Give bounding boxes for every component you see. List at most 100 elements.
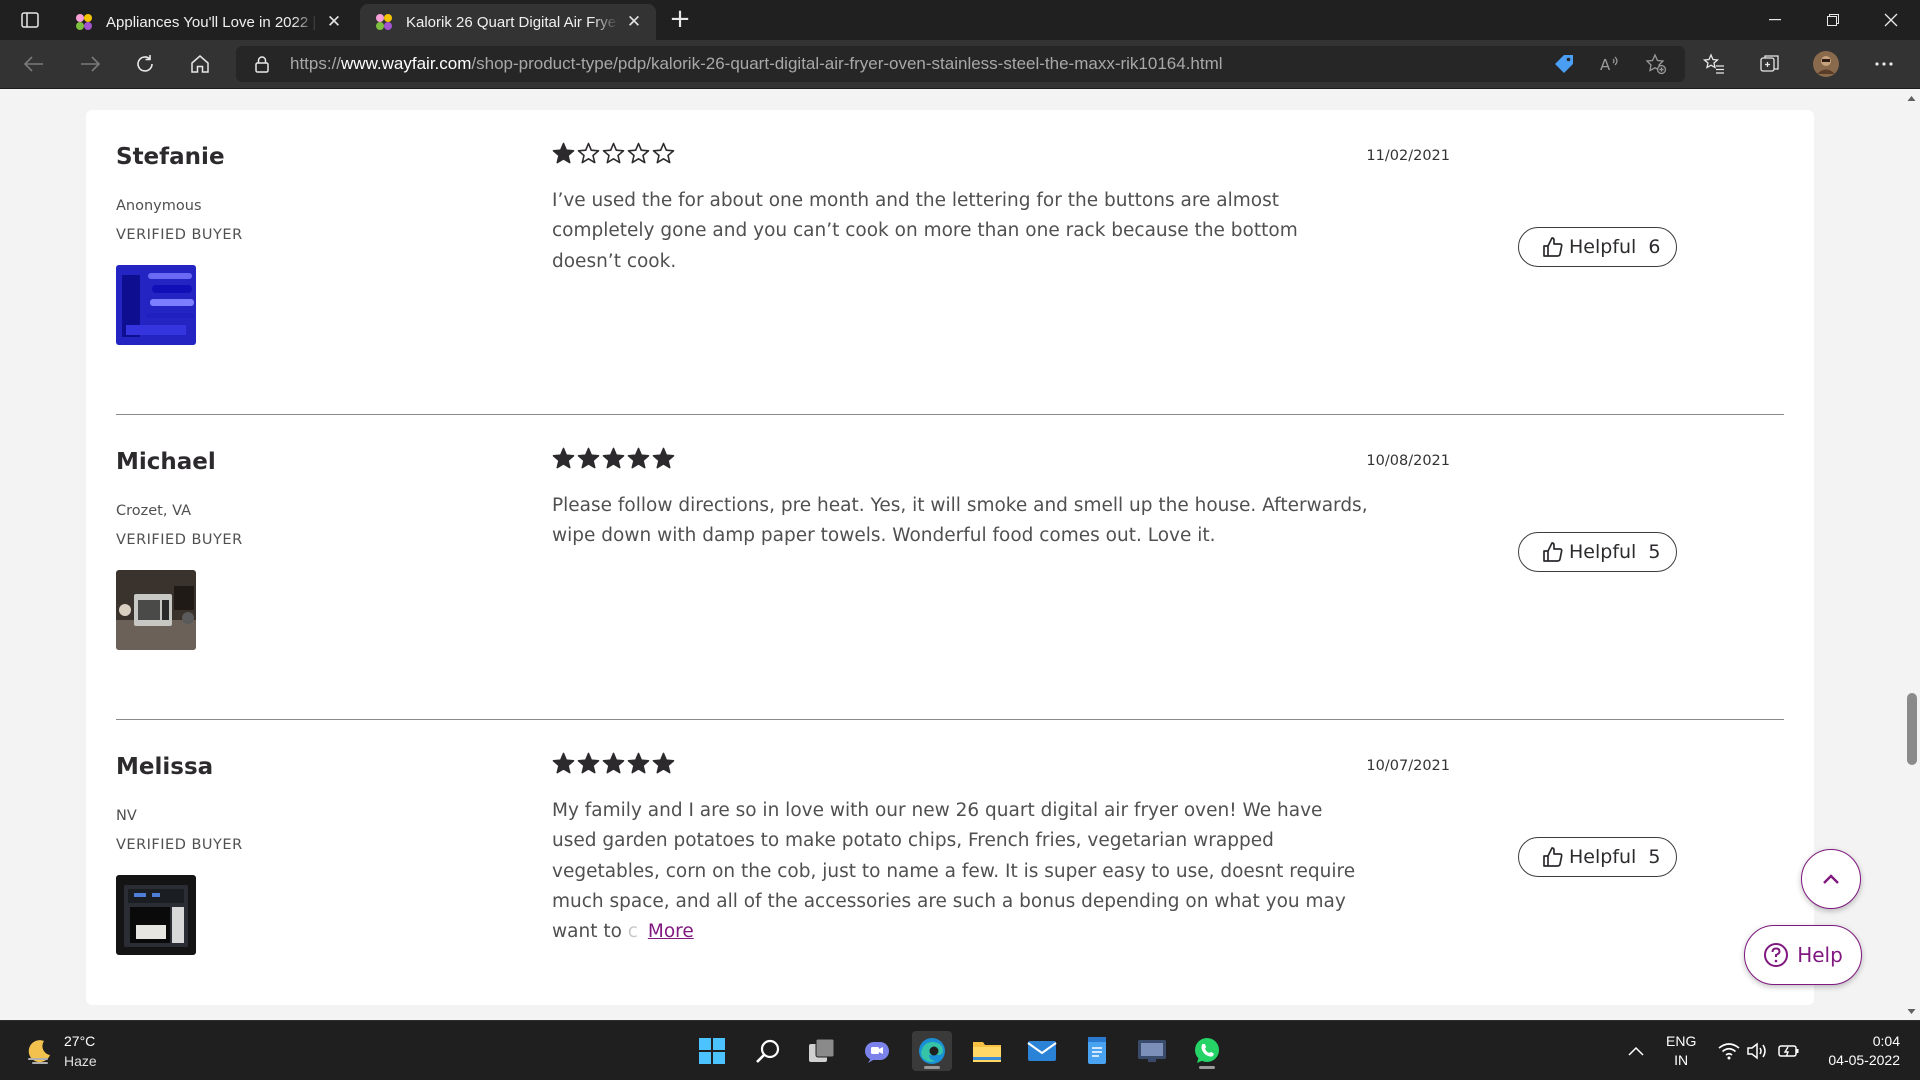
- system-clock[interactable]: 0:04 04-05-2022: [1810, 1032, 1900, 1070]
- clock-time: 0:04: [1872, 1033, 1900, 1049]
- helpful-count: 5: [1648, 846, 1661, 868]
- star-filled-icon: [627, 752, 650, 774]
- wayfair-favicon-icon: [376, 14, 392, 30]
- verified-buyer-label: VERIFIED BUYER: [116, 837, 243, 853]
- weather-widget[interactable]: 27°C Haze: [24, 1031, 97, 1071]
- tab-kalorik[interactable]: Kalorik 26 Quart Digital Air Fryer Oven …: [360, 4, 656, 40]
- active-app-indicator: [924, 1066, 940, 1069]
- tab-close-icon[interactable]: ✕: [622, 10, 646, 34]
- file-explorer-icon[interactable]: [967, 1031, 1007, 1071]
- whatsapp-icon[interactable]: [1187, 1031, 1227, 1071]
- lang-region: IN: [1674, 1052, 1689, 1068]
- reviewer-name: Stefanie: [116, 144, 225, 170]
- star-filled-icon: [627, 447, 650, 469]
- review-date: 11/02/2021: [1366, 148, 1450, 164]
- task-view-icon[interactable]: [802, 1031, 842, 1071]
- monitor-app-icon[interactable]: [1132, 1031, 1172, 1071]
- helpful-count: 5: [1648, 541, 1661, 563]
- helpful-button[interactable]: Helpful 5: [1518, 532, 1677, 572]
- lock-icon[interactable]: [252, 54, 272, 74]
- close-window-icon[interactable]: [1862, 0, 1920, 40]
- scroll-up-arrow-icon[interactable]: [1907, 94, 1916, 103]
- wifi-icon[interactable]: [1718, 1021, 1740, 1080]
- page-viewport: Stefanie Anonymous VERIFIED BUYER 11/02/…: [0, 90, 1903, 1020]
- add-favorite-icon[interactable]: [1640, 48, 1672, 80]
- lang-code: ENG: [1666, 1033, 1697, 1049]
- star-empty-icon: [652, 142, 675, 164]
- helpful-button[interactable]: Helpful 5: [1518, 837, 1677, 877]
- star-filled-icon: [577, 752, 600, 774]
- helpful-label: Helpful: [1569, 541, 1637, 563]
- scroll-to-top-button[interactable]: [1801, 849, 1861, 909]
- edge-browser-icon[interactable]: [912, 1031, 952, 1071]
- tab-appliances[interactable]: Appliances You'll Love in 2022 | Wayfair…: [60, 4, 356, 40]
- show-hidden-icons[interactable]: [1628, 1021, 1644, 1080]
- back-icon[interactable]: [16, 48, 52, 80]
- collections-icon[interactable]: [1754, 48, 1786, 80]
- review-photo-thumbnail[interactable]: [116, 570, 196, 650]
- question-circle-icon: [1764, 943, 1789, 967]
- teams-chat-icon[interactable]: [857, 1031, 897, 1071]
- new-tab-icon[interactable]: +: [666, 6, 694, 34]
- home-icon[interactable]: [182, 48, 218, 80]
- windows-start-icon[interactable]: [692, 1031, 732, 1071]
- star-filled-icon: [602, 447, 625, 469]
- clock-date: 04-05-2022: [1828, 1052, 1900, 1068]
- tab-close-icon[interactable]: ✕: [322, 10, 346, 34]
- address-bar[interactable]: https://www.wayfair.com/shop-product-typ…: [236, 46, 1685, 82]
- running-app-indicator: [1199, 1066, 1215, 1069]
- scrollbar-thumb[interactable]: [1907, 693, 1917, 765]
- refresh-icon[interactable]: [127, 48, 163, 80]
- wayfair-favicon-icon: [76, 14, 92, 30]
- mail-icon[interactable]: [1022, 1031, 1062, 1071]
- volume-icon[interactable]: [1746, 1021, 1768, 1080]
- read-aloud-icon[interactable]: A: [1594, 48, 1626, 80]
- review-photo-thumbnail[interactable]: [116, 875, 196, 955]
- url-domain: www.wayfair.com: [341, 54, 472, 73]
- weather-condition: Haze: [64, 1053, 97, 1069]
- svg-text:A: A: [1600, 56, 1611, 74]
- star-filled-icon: [552, 752, 575, 774]
- battery-icon[interactable]: [1778, 1021, 1800, 1080]
- star-filled-icon: [552, 447, 575, 469]
- star-filled-icon: [577, 447, 600, 469]
- thumbs-up-icon: [1543, 237, 1563, 257]
- helpful-label: Helpful: [1569, 236, 1637, 258]
- restore-icon[interactable]: [1804, 0, 1862, 40]
- coupon-tag-icon[interactable]: [1548, 48, 1580, 80]
- search-icon[interactable]: [748, 1031, 788, 1071]
- input-language-indicator[interactable]: ENG IN: [1666, 1032, 1696, 1070]
- reviews-card: Stefanie Anonymous VERIFIED BUYER 11/02/…: [86, 110, 1814, 1005]
- tab-actions-icon[interactable]: [14, 8, 46, 32]
- windows-taskbar: 27°C Haze ENG IN 0:04 04-05-2022: [0, 1020, 1920, 1080]
- reviewer-name: Michael: [116, 449, 216, 475]
- url-text[interactable]: https://www.wayfair.com/shop-product-typ…: [290, 54, 1223, 74]
- weather-temp: 27°C: [64, 1033, 96, 1049]
- helpful-count: 6: [1648, 236, 1661, 258]
- review-text: My family and I are so in love with our …: [552, 796, 1372, 947]
- reviewer-location: Anonymous: [116, 198, 202, 214]
- help-button[interactable]: Help: [1744, 925, 1862, 985]
- page-scrollbar[interactable]: [1903, 90, 1920, 1020]
- review-item: Melissa NV VERIFIED BUYER 10/07/2021 My …: [116, 720, 1784, 1020]
- profile-avatar[interactable]: [1810, 48, 1842, 80]
- star-rating: [552, 752, 675, 775]
- favorites-icon[interactable]: [1698, 48, 1730, 80]
- notepad-icon[interactable]: [1077, 1031, 1117, 1071]
- tab-title: Appliances You'll Love in 2022 | Wayfair: [106, 13, 318, 31]
- more-options-icon[interactable]: [1868, 48, 1900, 80]
- star-filled-icon: [652, 447, 675, 469]
- forward-icon[interactable]: [72, 48, 108, 80]
- chevron-up-icon: [1628, 1046, 1644, 1056]
- helpful-button[interactable]: Helpful 6: [1518, 227, 1677, 267]
- review-photo-thumbnail[interactable]: [116, 265, 196, 345]
- scroll-down-arrow-icon[interactable]: [1907, 1007, 1916, 1016]
- url-path: /shop-product-type/pdp/kalorik-26-quart-…: [471, 54, 1223, 73]
- verified-buyer-label: VERIFIED BUYER: [116, 532, 243, 548]
- reviewer-location: NV: [116, 808, 137, 824]
- review-date: 10/07/2021: [1366, 758, 1450, 774]
- reviewer-name: Melissa: [116, 754, 214, 780]
- more-link[interactable]: More: [643, 921, 694, 943]
- review-item: Stefanie Anonymous VERIFIED BUYER 11/02/…: [116, 110, 1784, 415]
- minimize-icon[interactable]: [1746, 0, 1804, 40]
